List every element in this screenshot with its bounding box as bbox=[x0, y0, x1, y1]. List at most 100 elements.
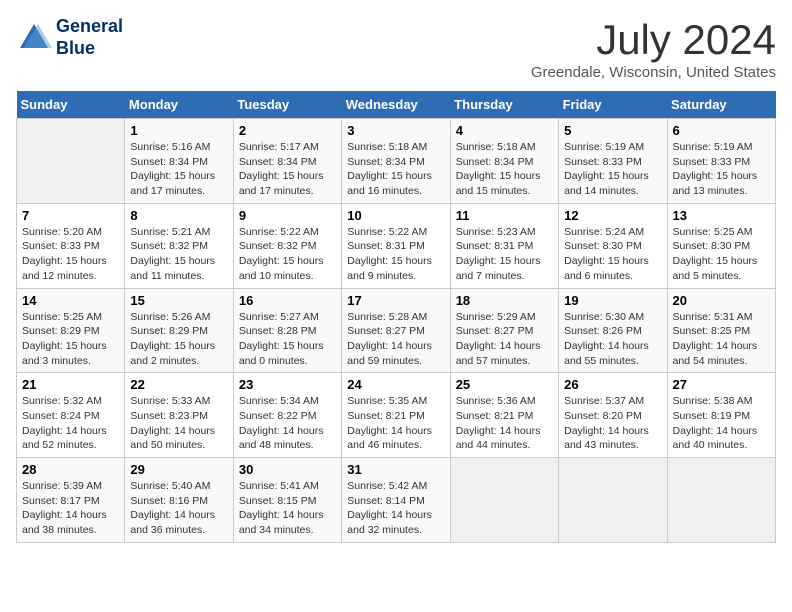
calendar-week-row: 21 Sunrise: 5:32 AM Sunset: 8:24 PM Dayli… bbox=[17, 373, 776, 458]
day-number: 17 bbox=[347, 293, 444, 308]
day-number: 28 bbox=[22, 462, 119, 477]
calendar-cell: 29Sunrise: 5:40 AM Sunset: 8:16 PM Dayli… bbox=[125, 458, 233, 543]
day-number: 7 bbox=[22, 208, 119, 223]
day-info: Sunrise: 5:37 AM Sunset: 8:20 PM Dayligh… bbox=[564, 394, 661, 453]
logo: General Blue bbox=[16, 16, 123, 59]
month-title: July 2024 bbox=[531, 16, 776, 64]
title-area: July 2024 Greendale, Wisconsin, United S… bbox=[531, 16, 776, 81]
day-info: Sunrise: 5:18 AM Sunset: 8:34 PM Dayligh… bbox=[347, 140, 444, 199]
day-number: 21 bbox=[22, 377, 119, 392]
calendar-cell: 7 Sunrise: 5:20 AM Sunset: 8:33 PM Daylig… bbox=[17, 203, 125, 288]
day-info: Sunrise: 5:32 AM Sunset: 8:24 PM Dayligh… bbox=[22, 394, 119, 453]
day-info: Sunrise: 5:17 AM Sunset: 8:34 PM Dayligh… bbox=[239, 140, 336, 199]
calendar-week-row: 7 Sunrise: 5:20 AM Sunset: 8:33 PM Daylig… bbox=[17, 203, 776, 288]
day-info: Sunrise: 5:19 AM Sunset: 8:33 PM Dayligh… bbox=[564, 140, 661, 199]
day-number: 18 bbox=[456, 293, 553, 308]
day-number: 23 bbox=[239, 377, 336, 392]
day-number: 22 bbox=[130, 377, 227, 392]
calendar-cell bbox=[17, 119, 125, 204]
logo-icon bbox=[16, 20, 52, 56]
day-info: Sunrise: 5:26 AM Sunset: 8:29 PM Dayligh… bbox=[130, 310, 227, 369]
calendar-cell: 5 Sunrise: 5:19 AM Sunset: 8:33 PM Daylig… bbox=[559, 119, 667, 204]
day-number: 3 bbox=[347, 123, 444, 138]
day-number: 12 bbox=[564, 208, 661, 223]
calendar-cell: 16 Sunrise: 5:27 AM Sunset: 8:28 PM Dayli… bbox=[233, 288, 341, 373]
calendar-cell bbox=[559, 458, 667, 543]
logo-text: General Blue bbox=[56, 16, 123, 59]
day-number: 25 bbox=[456, 377, 553, 392]
column-header-thursday: Thursday bbox=[450, 91, 558, 119]
day-number: 2 bbox=[239, 123, 336, 138]
location: Greendale, Wisconsin, United States bbox=[531, 64, 776, 81]
calendar-cell: 11 Sunrise: 5:23 AM Sunset: 8:31 PM Dayli… bbox=[450, 203, 558, 288]
calendar-cell: 24Sunrise: 5:35 AM Sunset: 8:21 PM Dayli… bbox=[342, 373, 450, 458]
day-number: 31 bbox=[347, 462, 444, 477]
column-header-saturday: Saturday bbox=[667, 91, 775, 119]
day-info: Sunrise: 5:20 AM Sunset: 8:33 PM Dayligh… bbox=[22, 225, 119, 284]
day-info: Sunrise: 5:29 AM Sunset: 8:27 PM Dayligh… bbox=[456, 310, 553, 369]
calendar-cell bbox=[667, 458, 775, 543]
day-number: 6 bbox=[673, 123, 770, 138]
calendar-week-row: 14 Sunrise: 5:25 AM Sunset: 8:29 PM Dayli… bbox=[17, 288, 776, 373]
day-info: Sunrise: 5:41 AM Sunset: 8:15 PM Dayligh… bbox=[239, 479, 336, 538]
day-info: Sunrise: 5:39 AM Sunset: 8:17 PM Dayligh… bbox=[22, 479, 119, 538]
day-info: Sunrise: 5:31 AM Sunset: 8:25 PM Dayligh… bbox=[673, 310, 770, 369]
calendar-table: SundayMondayTuesdayWednesdayThursdayFrid… bbox=[16, 91, 776, 543]
day-info: Sunrise: 5:22 AM Sunset: 8:31 PM Dayligh… bbox=[347, 225, 444, 284]
calendar-cell: 2 Sunrise: 5:17 AM Sunset: 8:34 PM Daylig… bbox=[233, 119, 341, 204]
day-number: 14 bbox=[22, 293, 119, 308]
day-number: 19 bbox=[564, 293, 661, 308]
calendar-cell: 25 Sunrise: 5:36 AM Sunset: 8:21 PM Dayli… bbox=[450, 373, 558, 458]
calendar-cell: 9 Sunrise: 5:22 AM Sunset: 8:32 PM Daylig… bbox=[233, 203, 341, 288]
day-number: 11 bbox=[456, 208, 553, 223]
day-number: 15 bbox=[130, 293, 227, 308]
calendar-cell bbox=[450, 458, 558, 543]
day-info: Sunrise: 5:28 AM Sunset: 8:27 PM Dayligh… bbox=[347, 310, 444, 369]
calendar-header-row: SundayMondayTuesdayWednesdayThursdayFrid… bbox=[17, 91, 776, 119]
day-number: 8 bbox=[130, 208, 227, 223]
day-info: Sunrise: 5:25 AM Sunset: 8:30 PM Dayligh… bbox=[673, 225, 770, 284]
day-info: Sunrise: 5:18 AM Sunset: 8:34 PM Dayligh… bbox=[456, 140, 553, 199]
calendar-cell: 27Sunrise: 5:38 AM Sunset: 8:19 PM Dayli… bbox=[667, 373, 775, 458]
column-header-wednesday: Wednesday bbox=[342, 91, 450, 119]
calendar-cell: 13 Sunrise: 5:25 AM Sunset: 8:30 PM Dayli… bbox=[667, 203, 775, 288]
day-info: Sunrise: 5:21 AM Sunset: 8:32 PM Dayligh… bbox=[130, 225, 227, 284]
day-number: 20 bbox=[673, 293, 770, 308]
day-info: Sunrise: 5:36 AM Sunset: 8:21 PM Dayligh… bbox=[456, 394, 553, 453]
calendar-cell: 15 Sunrise: 5:26 AM Sunset: 8:29 PM Dayli… bbox=[125, 288, 233, 373]
day-number: 16 bbox=[239, 293, 336, 308]
calendar-cell: 8 Sunrise: 5:21 AM Sunset: 8:32 PM Daylig… bbox=[125, 203, 233, 288]
calendar-cell: 31 Sunrise: 5:42 AM Sunset: 8:14 PM Dayli… bbox=[342, 458, 450, 543]
day-info: Sunrise: 5:34 AM Sunset: 8:22 PM Dayligh… bbox=[239, 394, 336, 453]
day-info: Sunrise: 5:42 AM Sunset: 8:14 PM Dayligh… bbox=[347, 479, 444, 538]
calendar-cell: 23 Sunrise: 5:34 AM Sunset: 8:22 PM Dayli… bbox=[233, 373, 341, 458]
column-header-friday: Friday bbox=[559, 91, 667, 119]
calendar-week-row: 1Sunrise: 5:16 AM Sunset: 8:34 PM Daylig… bbox=[17, 119, 776, 204]
day-info: Sunrise: 5:35 AM Sunset: 8:21 PM Dayligh… bbox=[347, 394, 444, 453]
day-info: Sunrise: 5:27 AM Sunset: 8:28 PM Dayligh… bbox=[239, 310, 336, 369]
day-number: 29 bbox=[130, 462, 227, 477]
day-number: 4 bbox=[456, 123, 553, 138]
calendar-cell: 4 Sunrise: 5:18 AM Sunset: 8:34 PM Daylig… bbox=[450, 119, 558, 204]
calendar-cell: 3 Sunrise: 5:18 AM Sunset: 8:34 PM Daylig… bbox=[342, 119, 450, 204]
day-info: Sunrise: 5:30 AM Sunset: 8:26 PM Dayligh… bbox=[564, 310, 661, 369]
calendar-cell: 1Sunrise: 5:16 AM Sunset: 8:34 PM Daylig… bbox=[125, 119, 233, 204]
calendar-week-row: 28 Sunrise: 5:39 AM Sunset: 8:17 PM Dayli… bbox=[17, 458, 776, 543]
calendar-cell: 30Sunrise: 5:41 AM Sunset: 8:15 PM Dayli… bbox=[233, 458, 341, 543]
day-number: 10 bbox=[347, 208, 444, 223]
day-info: Sunrise: 5:23 AM Sunset: 8:31 PM Dayligh… bbox=[456, 225, 553, 284]
calendar-cell: 26 Sunrise: 5:37 AM Sunset: 8:20 PM Dayli… bbox=[559, 373, 667, 458]
calendar-cell: 10 Sunrise: 5:22 AM Sunset: 8:31 PM Dayli… bbox=[342, 203, 450, 288]
day-info: Sunrise: 5:33 AM Sunset: 8:23 PM Dayligh… bbox=[130, 394, 227, 453]
day-info: Sunrise: 5:25 AM Sunset: 8:29 PM Dayligh… bbox=[22, 310, 119, 369]
day-number: 5 bbox=[564, 123, 661, 138]
calendar-cell: 19 Sunrise: 5:30 AM Sunset: 8:26 PM Dayli… bbox=[559, 288, 667, 373]
day-info: Sunrise: 5:22 AM Sunset: 8:32 PM Dayligh… bbox=[239, 225, 336, 284]
column-header-monday: Monday bbox=[125, 91, 233, 119]
day-number: 26 bbox=[564, 377, 661, 392]
calendar-cell: 12Sunrise: 5:24 AM Sunset: 8:30 PM Dayli… bbox=[559, 203, 667, 288]
day-number: 9 bbox=[239, 208, 336, 223]
column-header-sunday: Sunday bbox=[17, 91, 125, 119]
column-header-tuesday: Tuesday bbox=[233, 91, 341, 119]
day-number: 13 bbox=[673, 208, 770, 223]
